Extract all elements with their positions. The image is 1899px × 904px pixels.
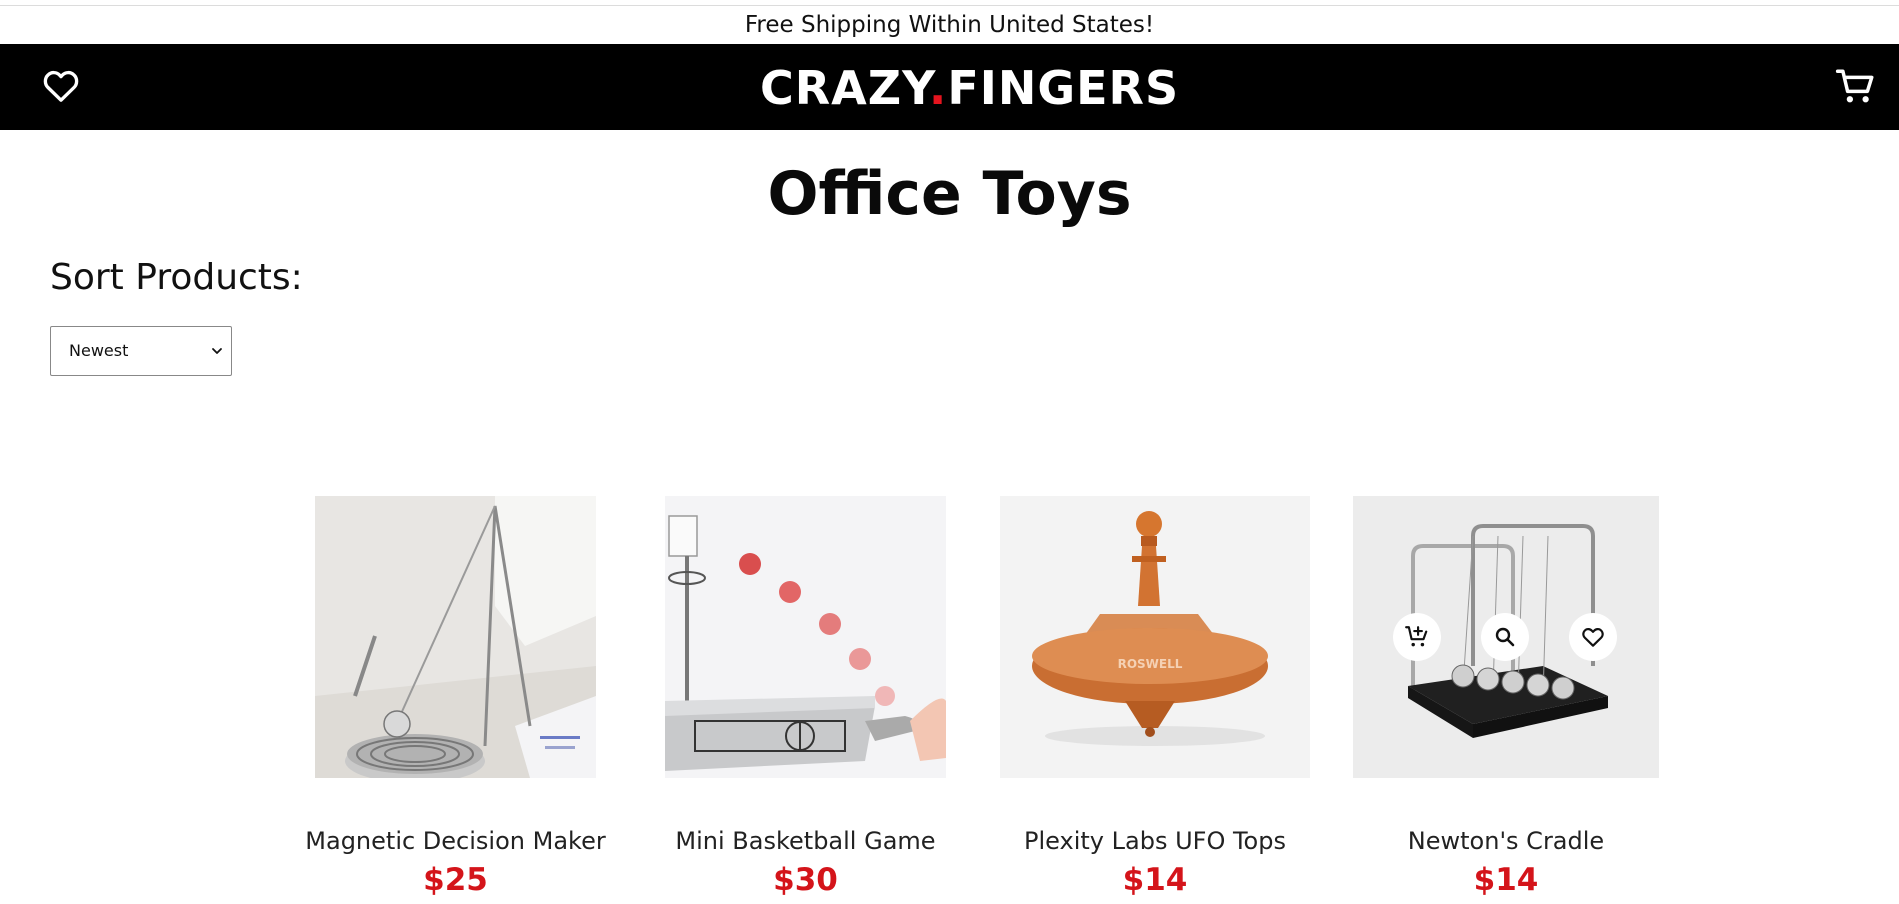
heart-outline-icon: [1582, 628, 1604, 647]
heart-outline-icon: [43, 70, 79, 102]
sort-label: Sort Products:: [50, 257, 303, 298]
product-image[interactable]: [315, 496, 596, 778]
sort-select[interactable]: Newest: [50, 326, 232, 376]
logo-dot: .: [928, 61, 948, 115]
site-header: CRAZY.FINGERS: [0, 44, 1899, 130]
top-border: [0, 0, 1899, 6]
ufo-engraving: ROSWELL: [1118, 657, 1183, 671]
announcement-bar: Free Shipping Within United States!: [744, 12, 1155, 38]
add-to-cart-icon: [1405, 626, 1428, 647]
product-image[interactable]: [665, 496, 946, 778]
shopping-cart-icon: [1835, 69, 1874, 103]
product-name[interactable]: Plexity Labs UFO Tops: [960, 824, 1350, 858]
product-price: $14: [1473, 862, 1539, 898]
add-to-wishlist-button[interactable]: [1569, 613, 1617, 661]
product-name[interactable]: Mini Basketball Game: [625, 824, 986, 858]
quick-view-button[interactable]: [1481, 613, 1529, 661]
logo-text-right: FINGERS: [947, 61, 1180, 115]
sort-selected-value: Newest: [69, 341, 129, 360]
product-name[interactable]: Newton's Cradle: [1313, 824, 1699, 858]
product-name[interactable]: Magnetic Decision Maker: [275, 824, 636, 858]
wishlist-button[interactable]: [40, 66, 82, 106]
product-image[interactable]: [1353, 496, 1659, 778]
product-price: $30: [773, 862, 838, 898]
product-image[interactable]: ROSWELL: [1000, 496, 1310, 778]
logo-text-left: CRAZY: [760, 61, 929, 115]
cart-button[interactable]: [1834, 66, 1878, 108]
search-icon: [1495, 627, 1515, 647]
add-to-cart-button[interactable]: [1393, 613, 1441, 661]
page-title: Office Toys: [767, 159, 1132, 229]
site-logo[interactable]: CRAZY.FINGERS: [760, 60, 1178, 116]
product-price: $25: [423, 862, 488, 898]
product-price: $14: [1122, 862, 1188, 898]
chevron-down-icon: [212, 348, 222, 354]
